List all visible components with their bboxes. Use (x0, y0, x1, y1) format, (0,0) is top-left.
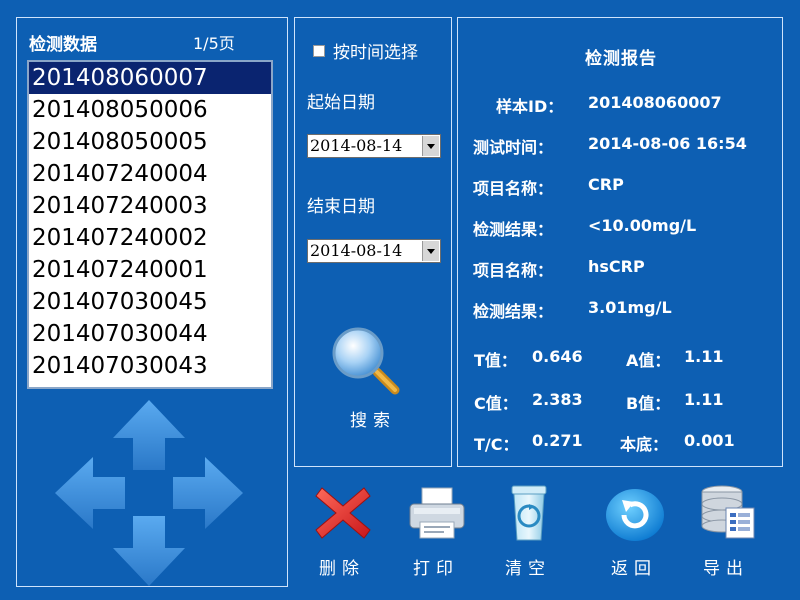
report-title: 检测报告 (585, 49, 657, 69)
list-item[interactable]: 201408050005 (29, 126, 271, 158)
result2-label: 检测结果： (473, 302, 554, 321)
start-date-label: 起始日期 (307, 93, 375, 113)
t-value: 0.646 (532, 347, 583, 366)
arrow-left-icon[interactable] (55, 457, 125, 529)
filter-panel: 按时间选择 起始日期 2014-08-14 结束日期 2014-08-14 搜索 (294, 17, 452, 467)
tc-value: 0.271 (532, 431, 583, 450)
report-panel: 检测报告 样本ID： 201408060007 测试时间： 2014-08-06… (457, 17, 783, 467)
back-button[interactable]: 返回 (594, 482, 674, 586)
clear-label: 清空 (505, 559, 551, 579)
result2-value: 3.01mg/L (588, 298, 672, 317)
result1-value: <10.00mg/L (588, 216, 697, 235)
clear-button[interactable]: 清空 (488, 482, 568, 586)
checkbox-label: 按时间选择 (333, 43, 418, 63)
test-data-panel: 检测数据 1/5页 201408060007 201408050006 2014… (16, 17, 288, 587)
list-title: 检测数据 (29, 35, 97, 55)
b-value: 1.11 (684, 390, 724, 409)
list-item[interactable]: 201407030045 (29, 286, 271, 318)
a-value: 1.11 (684, 347, 724, 366)
t-value-label: T值： (474, 351, 517, 370)
start-date-value: 2014-08-14 (310, 136, 403, 155)
printer-icon (409, 487, 465, 539)
base-value-label: 本底： (620, 435, 669, 454)
sample-id-label: 样本ID： (496, 97, 564, 116)
export-label: 导出 (703, 559, 749, 579)
list-item[interactable]: 201407030043 (29, 350, 271, 382)
delete-label: 删除 (319, 559, 365, 579)
back-label: 返回 (611, 559, 657, 579)
recycle-bin-icon (511, 485, 547, 541)
c-value-label: C值： (474, 394, 518, 413)
search-button-label[interactable]: 搜索 (295, 406, 451, 431)
delete-button[interactable]: 删除 (302, 482, 382, 586)
return-icon (606, 489, 664, 541)
a-value-label: A值： (626, 351, 671, 370)
database-export-icon (701, 485, 755, 539)
c-value: 2.383 (532, 390, 583, 409)
arrow-up-icon[interactable] (113, 400, 185, 470)
result1-label: 检测结果： (473, 220, 554, 239)
arrow-right-icon[interactable] (173, 457, 243, 529)
arrow-down-icon[interactable] (113, 516, 185, 586)
end-date-value: 2014-08-14 (310, 241, 403, 260)
sample-list[interactable]: 201408060007 201408050006 201408050005 2… (27, 60, 273, 389)
list-item[interactable]: 201407240001 (29, 254, 271, 286)
item1-label: 项目名称： (473, 179, 554, 198)
time-filter-checkbox[interactable]: 按时间选择 (313, 38, 418, 63)
page-indicator: 1/5页 (193, 34, 235, 53)
export-button[interactable]: 导出 (686, 482, 766, 586)
print-button[interactable]: 打印 (396, 482, 476, 586)
item1-value: CRP (588, 175, 624, 194)
b-value-label: B值： (626, 394, 671, 413)
delete-x-icon (315, 487, 371, 539)
base-value: 0.001 (684, 431, 735, 450)
tc-value-label: T/C： (474, 435, 519, 454)
navigation-arrows (55, 400, 243, 586)
test-time-value: 2014-08-06 16:54 (588, 134, 747, 153)
sample-id-value: 201408060007 (588, 93, 722, 112)
list-item[interactable]: 201407240002 (29, 222, 271, 254)
list-item[interactable]: 201407030044 (29, 318, 271, 350)
chevron-down-icon[interactable] (422, 241, 439, 261)
list-item[interactable]: 201408050006 (29, 94, 271, 126)
search-icon[interactable] (331, 326, 401, 396)
end-date-select[interactable]: 2014-08-14 (307, 239, 441, 263)
list-item[interactable]: 201407240004 (29, 158, 271, 190)
print-label: 打印 (413, 559, 459, 579)
item2-value: hsCRP (588, 257, 645, 276)
chevron-down-icon[interactable] (422, 136, 439, 156)
end-date-label: 结束日期 (307, 197, 375, 217)
list-item[interactable]: 201407240003 (29, 190, 271, 222)
checkbox-icon[interactable] (313, 44, 325, 57)
list-item[interactable]: 201408060007 (29, 62, 271, 94)
start-date-select[interactable]: 2014-08-14 (307, 134, 441, 158)
test-time-label: 测试时间： (473, 138, 554, 157)
item2-label: 项目名称： (473, 261, 554, 280)
